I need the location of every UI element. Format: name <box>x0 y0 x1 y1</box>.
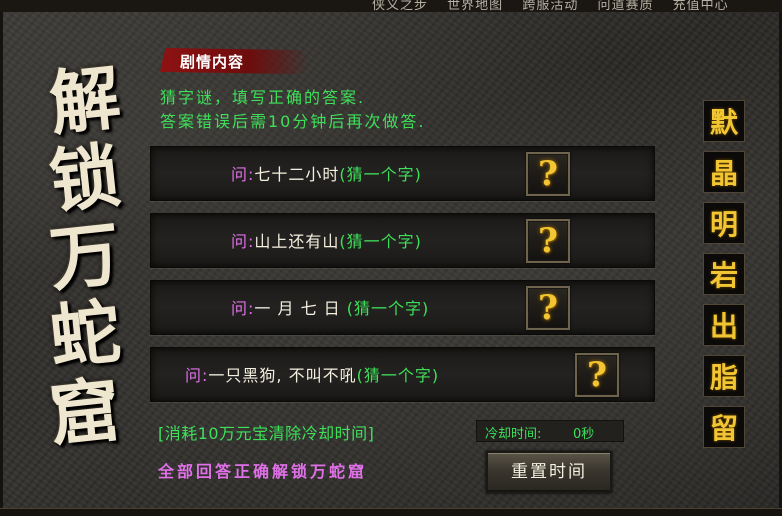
section-tab-story: 剧情内容 <box>160 48 310 74</box>
title-char: 解 <box>45 55 125 146</box>
question-prefix: 问: <box>185 366 209 385</box>
cooldown-label: 冷却时间: <box>485 427 542 442</box>
question-text: 问:七十二小时(猜一个字) <box>231 147 422 202</box>
question-text: 问:一 月 七 日 (猜一个字) <box>231 281 429 336</box>
section-tab-label: 剧情内容 <box>180 53 245 71</box>
instruction-line: 猜字谜，填写正确的答案. <box>160 88 366 107</box>
question-text: 问:一只黑狗, 不叫不吼(猜一个字) <box>185 348 439 403</box>
title-char: 蛇 <box>45 289 125 380</box>
title-char: 万 <box>45 211 125 302</box>
answer-char-tile[interactable]: 默 <box>703 100 745 142</box>
answer-char-tile[interactable]: 出 <box>703 304 745 346</box>
instructions: 猜字谜，填写正确的答案. 答案错误后需10分钟后再次做答. <box>160 86 425 134</box>
panel-title-vertical: 解 锁 万 蛇 窟 <box>30 55 140 458</box>
question-hint: (猜一个字) <box>356 366 440 385</box>
question-hint: (猜一个字) <box>346 299 430 318</box>
answer-character-column: 默 晶 明 岩 出 脂 留 <box>703 100 745 457</box>
top-nav-item[interactable]: 充值中心 <box>673 0 729 12</box>
title-char: 窟 <box>45 367 125 458</box>
question-body: 山上还有山 <box>254 232 340 251</box>
question-mark-icon: ? <box>538 288 558 328</box>
question-help-button[interactable]: ? <box>526 152 570 196</box>
title-char: 锁 <box>45 133 125 224</box>
answer-char-tile[interactable]: 岩 <box>703 253 745 295</box>
question-text: 问:山上还有山(猜一个字) <box>231 214 422 269</box>
question-body: 一 月 七 日 <box>254 299 347 318</box>
answer-char-tile[interactable]: 晶 <box>703 151 745 193</box>
question-row: 问:一只黑狗, 不叫不吼(猜一个字) ? <box>150 347 655 402</box>
cooldown-display: 冷却时间: 0秒 <box>476 420 624 442</box>
question-help-button[interactable]: ? <box>575 353 619 397</box>
answer-char-tile[interactable]: 留 <box>703 406 745 448</box>
reset-time-button[interactable]: 重置时间 <box>486 451 612 493</box>
question-body: 一只黑狗, 不叫不吼 <box>208 366 357 385</box>
question-hint: (猜一个字) <box>339 232 422 251</box>
question-body: 七十二小时 <box>254 165 340 184</box>
question-hint: (猜一个字) <box>339 165 422 184</box>
question-mark-icon: ? <box>587 355 607 395</box>
bottom-status-bar <box>0 508 782 516</box>
top-nav-item[interactable]: 问道赛质 <box>597 0 653 12</box>
top-nav-item[interactable]: 跨服活动 <box>522 0 578 12</box>
answer-char-tile[interactable]: 明 <box>703 202 745 244</box>
top-nav-links: 侠义之步 世界地图 跨服活动 问道赛质 充值中心 <box>372 0 743 12</box>
unlock-condition-text: 全部回答正确解锁万蛇窟 <box>158 462 368 481</box>
question-prefix: 问: <box>231 232 255 251</box>
clear-cooldown-link[interactable]: [消耗10万元宝清除冷却时间] <box>158 420 374 444</box>
question-row: 问:山上还有山(猜一个字) ? <box>150 213 655 268</box>
question-prefix: 问: <box>231 299 255 318</box>
question-help-button[interactable]: ? <box>526 286 570 330</box>
top-nav-item[interactable]: 世界地图 <box>447 0 503 12</box>
top-nav-item[interactable]: 侠义之步 <box>372 0 428 12</box>
instruction-line: 答案错误后需10分钟后再次做答. <box>160 112 426 131</box>
question-mark-icon: ? <box>538 154 558 194</box>
question-help-button[interactable]: ? <box>526 219 570 263</box>
question-mark-icon: ? <box>538 221 558 261</box>
question-row: 问:七十二小时(猜一个字) ? <box>150 146 655 201</box>
answer-char-tile[interactable]: 脂 <box>703 355 745 397</box>
top-navigation-bar: 侠义之步 世界地图 跨服活动 问道赛质 充值中心 <box>0 0 782 12</box>
cooldown-value: 0秒 <box>573 427 595 442</box>
question-prefix: 问: <box>231 165 255 184</box>
question-row: 问:一 月 七 日 (猜一个字) ? <box>150 280 655 335</box>
